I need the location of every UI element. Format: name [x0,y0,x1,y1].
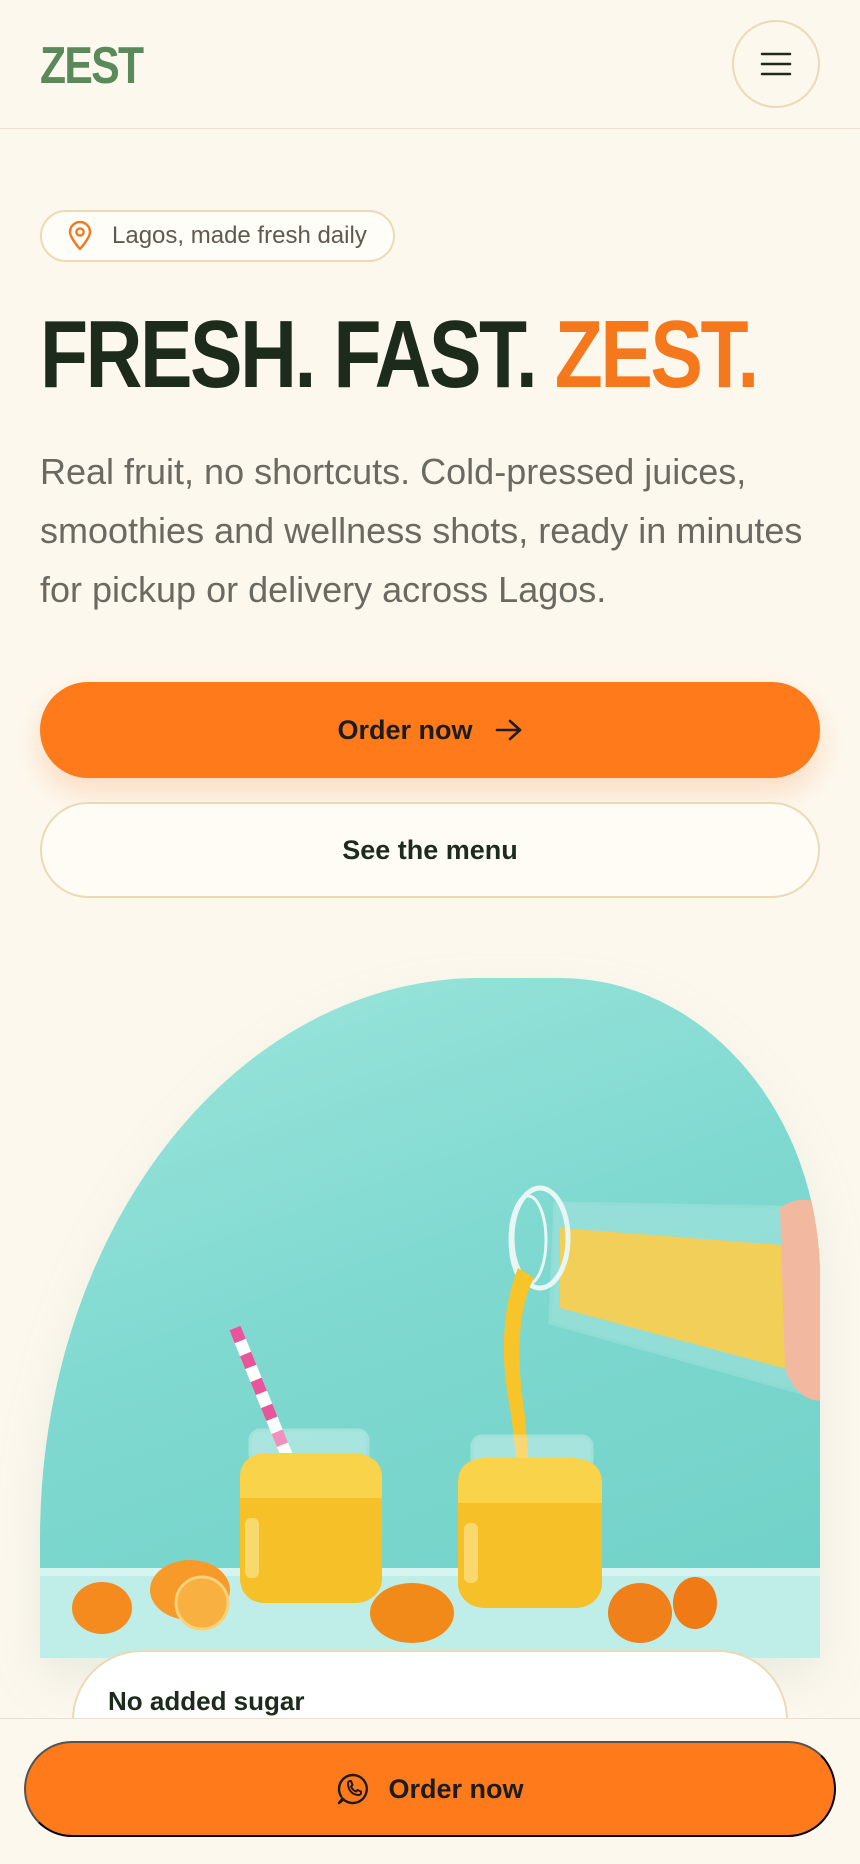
see-menu-button[interactable]: See the menu [40,802,820,898]
hero-headline: FRESH. FAST. ZEST. [40,300,759,410]
order-now-button[interactable]: Order now [40,682,820,778]
left-jar [240,1428,382,1603]
sticky-order-label: Order now [388,1773,524,1804]
right-jar [458,1434,602,1608]
site-header: ZEST [0,0,860,129]
hamburger-menu-icon [760,52,792,76]
hero-lead: Real fruit, no shortcuts. Cold-pressed j… [40,451,803,610]
sticky-order-button[interactable]: Order now [24,1741,836,1837]
arrow-right-icon [495,719,521,741]
feature-card-title: No added sugar [108,1686,305,1716]
whatsapp-phone-icon [338,1773,369,1805]
headline-main: FRESH. FAST. [40,301,555,408]
location-badge: Lagos, made fresh daily [40,210,395,262]
sticky-order-bar: Order now [0,1718,860,1864]
logo[interactable]: ZEST [40,36,144,96]
juice-illustration [40,1185,820,1658]
menu-button[interactable] [732,20,820,108]
pouring-bottle [508,1185,820,1401]
location-text: Lagos, made fresh daily [112,222,367,249]
hero-image [40,978,820,1658]
headline-accent: ZEST. [554,301,759,408]
map-pin-icon [68,221,92,251]
order-now-label: Order now [337,714,473,745]
see-menu-label: See the menu [342,834,518,865]
